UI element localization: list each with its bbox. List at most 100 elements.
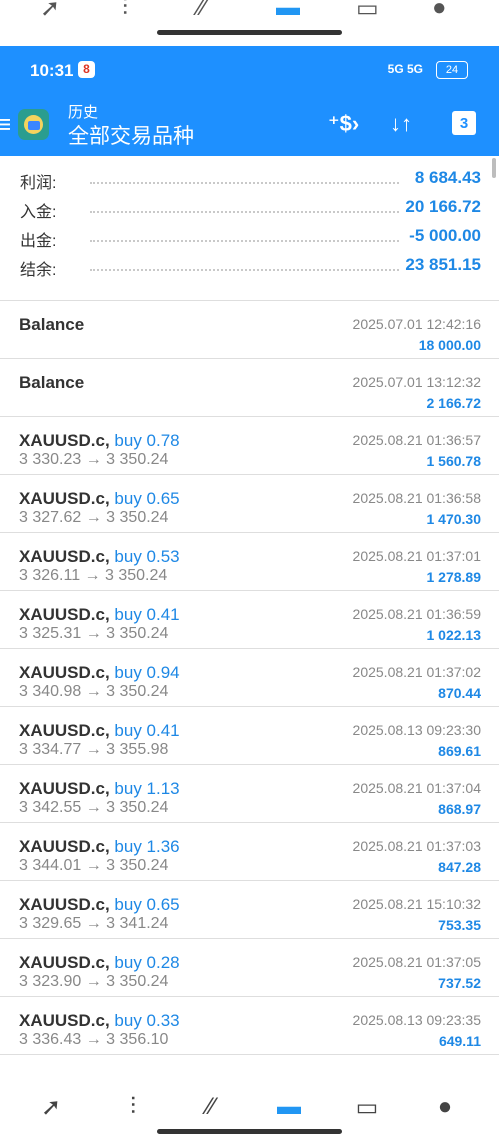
deal-symbol: Balance xyxy=(19,373,84,393)
deal-side: buy 1.36 xyxy=(114,837,180,856)
deal-row[interactable]: XAUUSD.c, buy 1.13 3 342.55 → 3 350.24 2… xyxy=(0,764,499,822)
deal-profit: 2 166.72 xyxy=(426,395,482,411)
deal-row[interactable]: XAUUSD.c, buy 0.65 3 327.62 → 3 350.24 2… xyxy=(0,474,499,532)
gesture-handle xyxy=(157,30,342,35)
deal-side: buy 0.94 xyxy=(114,663,180,682)
deal-symbol-text: Balance xyxy=(19,315,85,334)
menu-icon[interactable]: ≡ xyxy=(0,111,11,137)
deal-side: buy 1.13 xyxy=(114,779,180,798)
deal-time: 2025.07.01 12:42:16 xyxy=(352,316,481,332)
signal-icon: 5G 5G xyxy=(387,62,423,76)
summary-value: 20 166.72 xyxy=(405,197,481,216)
deal-side: buy 0.28 xyxy=(114,953,180,972)
deal-symbol-text: XAUUSD.c, xyxy=(19,721,110,740)
history-icon[interactable]: ▬ xyxy=(274,1093,304,1121)
currency-icon[interactable]: ⁺$› xyxy=(328,111,359,137)
deal-symbol-text: XAUUSD.c, xyxy=(19,605,110,624)
deal-symbol-text: XAUUSD.c, xyxy=(19,663,110,682)
deal-row[interactable]: XAUUSD.c, buy 1.36 3 344.01 → 3 350.24 2… xyxy=(0,822,499,880)
trade-icon[interactable]: ⁄⁄ xyxy=(196,1093,226,1121)
bottom-navigation: ➚ ⫶ ⁄⁄ ▬ ▭ ● xyxy=(0,1093,499,1148)
deal-profit: 869.61 xyxy=(438,743,481,759)
deal-symbol: XAUUSD.c, buy 1.13 xyxy=(19,779,180,799)
deal-time: 2025.08.13 09:23:30 xyxy=(352,722,481,738)
deal-profit: 870.44 xyxy=(438,685,481,701)
calendar-icon[interactable]: 3 xyxy=(452,111,476,135)
deal-profit: 868.97 xyxy=(438,801,481,817)
deal-time: 2025.08.21 01:37:02 xyxy=(352,664,481,680)
deal-side: buy 0.33 xyxy=(114,1011,180,1030)
deal-profit: 753.35 xyxy=(438,917,481,933)
deal-symbol-text: XAUUSD.c, xyxy=(19,895,110,914)
deal-profit: 1 022.13 xyxy=(426,627,482,643)
deal-row[interactable]: XAUUSD.c, buy 0.41 3 334.77 → 3 355.98 2… xyxy=(0,706,499,764)
leader-dots xyxy=(90,240,399,242)
history-icon: ▬ xyxy=(276,0,300,21)
deal-prices: 3 336.43 → 3 356.10 xyxy=(19,1031,169,1048)
deal-symbol: XAUUSD.c, buy 0.28 xyxy=(19,953,180,973)
deal-time: 2025.08.21 01:37:03 xyxy=(352,838,481,854)
deal-profit: 649.11 xyxy=(438,1033,481,1049)
deal-row[interactable] xyxy=(0,1054,499,1102)
deal-row[interactable]: XAUUSD.c, buy 0.33 3 336.43 → 3 356.10 2… xyxy=(0,996,499,1054)
deal-row[interactable]: Balance 2025.07.01 12:42:16 18 000.00 xyxy=(0,300,499,358)
deal-time: 2025.08.21 01:37:04 xyxy=(352,780,481,796)
deal-symbol: XAUUSD.c, buy 0.41 xyxy=(19,721,180,741)
deal-prices: 3 327.62 → 3 350.24 xyxy=(19,509,169,526)
chart-icon[interactable]: ⫶ xyxy=(118,1093,148,1121)
deal-prices: 3 326.11 → 3 350.24 xyxy=(19,567,168,584)
deal-row[interactable]: XAUUSD.c, buy 0.53 3 326.11 → 3 350.24 2… xyxy=(0,532,499,590)
deal-symbol: XAUUSD.c, buy 0.53 xyxy=(19,547,180,567)
deal-row[interactable]: Balance 2025.07.01 13:12:32 2 166.72 xyxy=(0,358,499,416)
summary-label: 结余: xyxy=(20,256,61,280)
previous-screen-strip: ➚ ⫶ ⁄⁄ ▬ ▭ ● xyxy=(0,0,499,46)
deal-symbol: XAUUSD.c, buy 0.41 xyxy=(19,605,180,625)
notification-icon: 8 xyxy=(78,61,95,78)
summary-balance: 结余: 23 851.15 xyxy=(0,250,499,280)
deal-symbol: XAUUSD.c, buy 0.65 xyxy=(19,489,180,509)
battery-icon: 24 xyxy=(436,61,468,79)
deal-symbol-text: XAUUSD.c, xyxy=(19,489,110,508)
deal-time: 2025.07.01 13:12:32 xyxy=(352,374,481,390)
deal-symbol: Balance xyxy=(19,315,84,335)
app-logo xyxy=(18,109,49,140)
deal-profit: 1 470.30 xyxy=(426,511,482,527)
deal-symbol-text: XAUUSD.c, xyxy=(19,547,110,566)
summary-value: -5 000.00 xyxy=(409,226,481,245)
deal-symbol-text: XAUUSD.c, xyxy=(19,1011,110,1030)
deal-profit: 737.52 xyxy=(438,975,481,991)
page-title[interactable]: 全部交易品种 xyxy=(68,120,194,150)
deal-time: 2025.08.21 01:36:58 xyxy=(352,490,481,506)
deal-time: 2025.08.21 01:36:57 xyxy=(352,432,481,448)
deal-side: buy 0.65 xyxy=(114,489,180,508)
deal-time: 2025.08.21 01:36:59 xyxy=(352,606,481,622)
deal-row[interactable]: XAUUSD.c, buy 0.28 3 323.90 → 3 350.24 2… xyxy=(0,938,499,996)
deal-row[interactable]: XAUUSD.c, buy 0.41 3 325.31 → 3 350.24 2… xyxy=(0,590,499,648)
deal-side: buy 0.53 xyxy=(114,547,180,566)
deal-row[interactable]: XAUUSD.c, buy 0.65 3 329.65 → 3 341.24 2… xyxy=(0,880,499,938)
messages-icon: ● xyxy=(432,0,447,21)
summary-value: 23 851.15 xyxy=(405,255,481,274)
quotes-icon[interactable]: ➚ xyxy=(36,1093,66,1122)
messages-icon[interactable]: ● xyxy=(430,1093,460,1121)
deal-side: buy 0.41 xyxy=(114,721,180,740)
leader-dots xyxy=(90,211,399,213)
deal-prices: 3 334.77 → 3 355.98 xyxy=(19,741,169,758)
deal-side: buy 0.78 xyxy=(114,431,180,450)
deal-profit: 1 278.89 xyxy=(426,569,482,585)
deal-side: buy 0.41 xyxy=(114,605,180,624)
summary-value: 8 684.43 xyxy=(414,168,481,187)
deal-row[interactable]: XAUUSD.c, buy 0.78 3 330.23 → 3 350.24 2… xyxy=(0,416,499,474)
deal-time: 2025.08.21 15:10:32 xyxy=(352,896,481,912)
deal-prices: 3 329.65 → 3 341.24 xyxy=(19,915,169,932)
deal-symbol: XAUUSD.c, buy 0.94 xyxy=(19,663,180,683)
deal-prices: 3 330.23 → 3 350.24 xyxy=(19,451,169,468)
status-bar: 10:31 8 5G 5G 24 xyxy=(0,46,499,94)
trade-icon: ⁄⁄ xyxy=(198,0,207,21)
deal-row[interactable]: XAUUSD.c, buy 0.94 3 340.98 → 3 350.24 2… xyxy=(0,648,499,706)
deal-symbol-text: XAUUSD.c, xyxy=(19,779,110,798)
news-icon[interactable]: ▭ xyxy=(352,1093,382,1122)
sort-icon[interactable]: ↓↑ xyxy=(390,111,412,137)
deal-prices: 3 342.55 → 3 350.24 xyxy=(19,799,169,816)
summary-label: 利润: xyxy=(20,169,61,193)
